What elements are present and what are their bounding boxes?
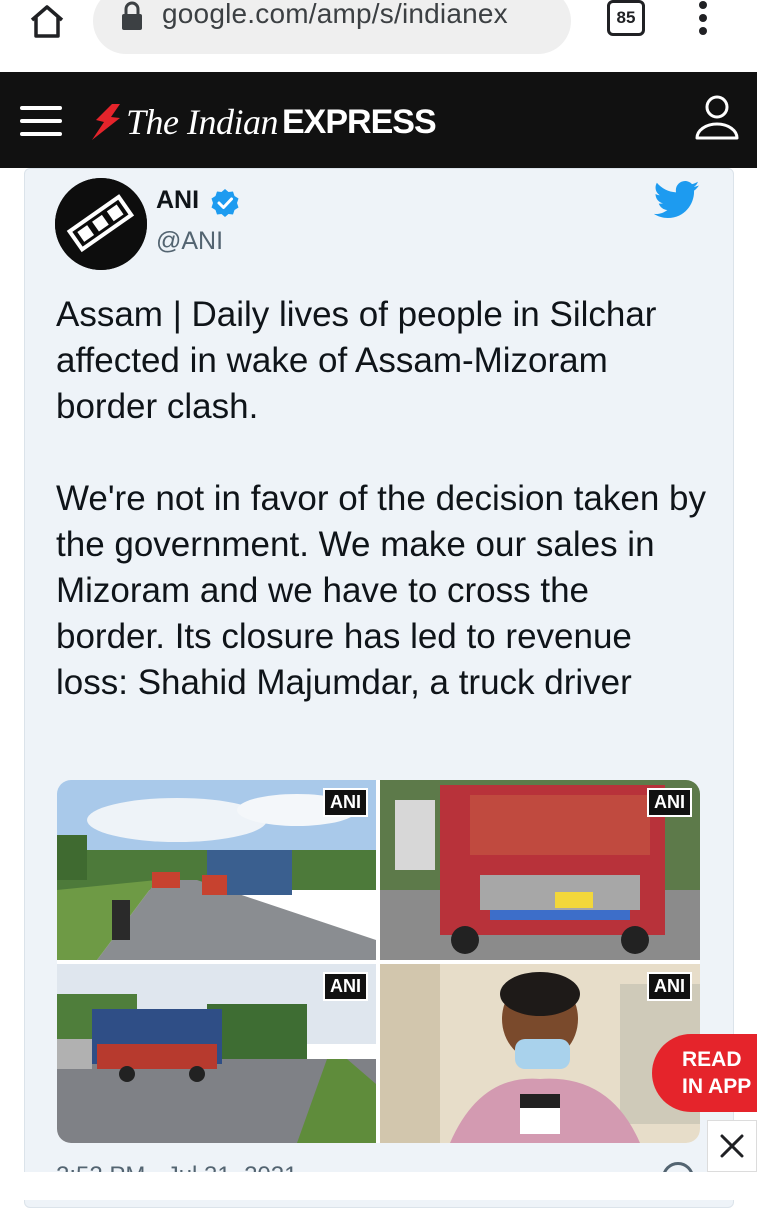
tweet-paragraph-1: Assam | Daily lives of people in Silchar… [56,295,657,426]
site-header: The Indian EXPRESS [0,72,757,168]
read-in-app-line-1: READ [682,1048,742,1071]
home-icon[interactable] [22,2,72,42]
twitter-bird-icon[interactable] [654,180,700,220]
lock-icon [122,1,142,30]
tab-switcher-button[interactable]: 85 [607,0,645,36]
author-avatar[interactable] [55,178,147,270]
logo-mark-icon [92,104,120,140]
media-photo-truck-driver[interactable]: ANI [380,964,700,1143]
ani-logo-icon [55,178,147,270]
ani-watermark: ANI [323,788,368,817]
author-name[interactable]: ANI [156,186,199,215]
ani-watermark: ANI [323,972,368,1001]
read-in-app-button[interactable]: READ IN APP [652,1034,757,1112]
ani-watermark: ANI [647,788,692,817]
hamburger-menu-icon[interactable] [20,106,62,136]
bottom-strip [0,1172,757,1200]
read-in-app-line-2: IN APP [682,1075,752,1098]
media-photo-highway-trucks[interactable]: ANI [57,780,376,960]
author-handle[interactable]: @ANI [156,227,223,256]
close-banner-button[interactable] [707,1120,757,1172]
tweet-media-grid[interactable]: ANI ANI ANI ANI [57,780,700,1143]
logo-text-express: EXPRESS [282,102,437,141]
tweet-body: Assam | Daily lives of people in Silchar… [56,292,706,706]
url-text[interactable]: google.com/amp/s/indianex [162,0,508,30]
more-options-icon[interactable] [695,0,711,36]
logo-text-the-indian: The Indian [126,102,279,142]
tweet-paragraph-2: We're not in favor of the decision taken… [56,479,707,702]
media-photo-red-truck[interactable]: ANI [380,780,700,960]
ani-watermark: ANI [647,972,692,1001]
media-photo-parked-trucks[interactable]: ANI [57,964,376,1143]
site-logo[interactable]: The Indian EXPRESS [90,98,437,146]
user-account-icon[interactable] [694,94,740,140]
verified-badge-icon [211,189,239,217]
close-icon [720,1134,744,1158]
